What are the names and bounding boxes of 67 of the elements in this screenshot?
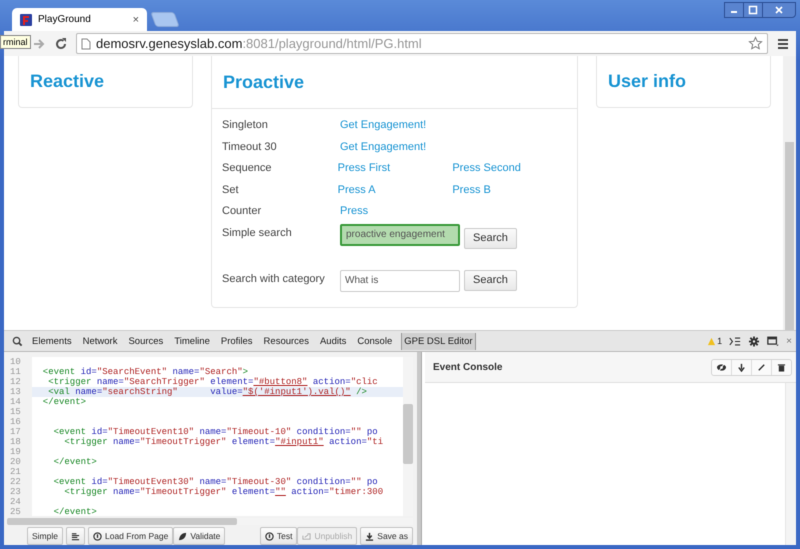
row-label: Simple search	[222, 226, 293, 238]
dock-icon[interactable]	[767, 336, 780, 346]
browser-tab[interactable]: PlayGround ×	[12, 8, 147, 31]
download-icon	[365, 532, 374, 540]
devtools-tab[interactable]: Audits	[318, 332, 348, 350]
card-title: Reactive	[30, 71, 104, 92]
code-line: <event id="TimeoutEvent30" name="Timeout-30" condition="" po	[52, 477, 379, 487]
devtools-tab[interactable]: Sources	[126, 332, 166, 350]
code-line: <event id="SearchEvent" name="Search">	[42, 367, 250, 377]
code-line: </event>	[42, 397, 88, 407]
row-label: Sequence	[222, 161, 273, 174]
devtools-tab[interactable]: Resources	[262, 332, 311, 350]
row-label: Counter	[222, 204, 262, 217]
editor-button[interactable]: Validate	[173, 527, 226, 545]
settings-icon[interactable]	[748, 336, 760, 346]
align-button[interactable]	[66, 527, 85, 545]
app-logo-icon	[20, 14, 32, 26]
panel-title: Event Console	[433, 362, 504, 372]
code-line: <trigger name="TimeoutTrigger" element="" action="timer:300	[63, 487, 384, 497]
align-left-icon	[70, 532, 80, 540]
page-icon	[81, 38, 91, 50]
row-label: Singleton	[222, 118, 269, 131]
close-tab-button[interactable]: ×	[132, 14, 139, 26]
share-icon	[302, 532, 312, 540]
reload-icon[interactable]	[54, 36, 68, 50]
devtools-tab[interactable]: Elements	[30, 332, 74, 350]
code-line: </event>	[52, 457, 98, 467]
maximize-icon	[748, 5, 758, 15]
tooltip: rminal	[0, 35, 31, 49]
card-title: User info	[608, 71, 686, 92]
leaf-icon	[178, 532, 188, 540]
close-icon	[774, 5, 784, 15]
code-line: <trigger name="SearchTrigger" element="#button8" action="clic	[47, 377, 379, 387]
row-label: Search with category	[222, 272, 326, 284]
code-line: <trigger name="TimeoutTrigger" element="#input1" action="ti	[63, 437, 384, 447]
editor-button[interactable]: Save as	[360, 527, 413, 545]
code-line: <event id="TimeoutEvent10" name="Timeout-10" condition="" po	[52, 427, 379, 437]
devtools-tab[interactable]: Timeline	[172, 332, 212, 350]
search-field[interactable]: What is	[340, 270, 460, 292]
search-button[interactable]: Search	[464, 270, 517, 290]
editor-button[interactable]: Load From Page	[88, 527, 174, 545]
card-title: Proactive	[223, 72, 304, 92]
address-field[interactable]: demosrv.genesyslab.com:8081/playground/html/PG.html	[76, 33, 768, 54]
code-line: </event>	[52, 507, 98, 516]
devtools-tab[interactable]: Console	[355, 332, 394, 350]
power-icon	[264, 532, 274, 540]
search-field[interactable]: proactive engagement	[340, 224, 460, 246]
search-button[interactable]: Search	[464, 228, 517, 248]
scrollbar[interactable]	[785, 383, 796, 545]
devtools-tab[interactable]: Profiles	[218, 332, 255, 350]
devtools-tab[interactable]: GPE DSL Editor	[401, 332, 476, 350]
row-label: Set	[222, 182, 240, 196]
minimize-button[interactable]	[724, 2, 744, 18]
close-devtools-button[interactable]: ×	[786, 336, 792, 346]
console-drawer-icon[interactable]	[729, 336, 742, 346]
maximize-button[interactable]	[743, 2, 763, 18]
warning-count[interactable]: 1	[707, 336, 722, 346]
power-icon	[92, 532, 102, 540]
scrollbar[interactable]	[783, 56, 796, 330]
search-icon[interactable]	[12, 336, 23, 346]
devtools-tab[interactable]: Network	[80, 332, 120, 350]
editor-button[interactable]: Test	[260, 527, 298, 545]
menu-icon[interactable]	[776, 36, 790, 50]
row-label: Timeout 30	[222, 140, 278, 152]
editor-button[interactable]: Simple	[27, 527, 63, 545]
bookmark-star-icon[interactable]	[748, 36, 763, 51]
close-window-button[interactable]	[762, 2, 796, 18]
